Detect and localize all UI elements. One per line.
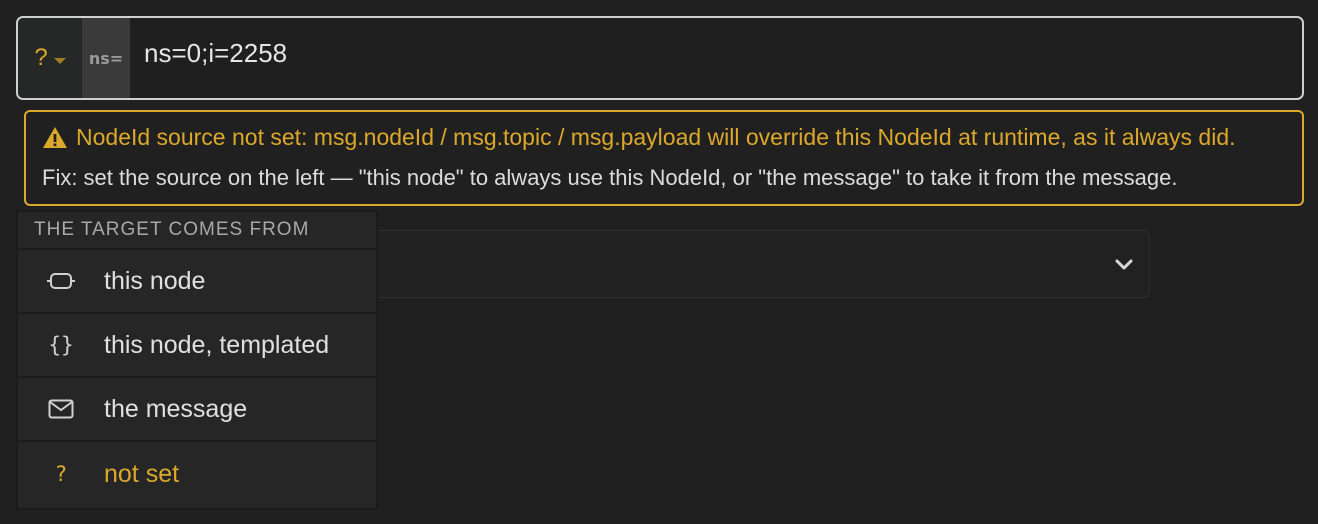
warning-fix-message: Fix: set the source on the left — "this … bbox=[42, 165, 1178, 190]
menu-item-label: not set bbox=[104, 459, 180, 488]
menu-item-label: this node bbox=[104, 266, 206, 295]
chevron-down-icon bbox=[1115, 259, 1133, 270]
menu-item-not-set[interactable]: ? not set bbox=[18, 442, 376, 506]
envelope-icon bbox=[18, 399, 104, 419]
caret-down-icon bbox=[53, 58, 66, 64]
source-question-icon: ? bbox=[34, 44, 48, 71]
source-menu: THE TARGET COMES FROM this node {} this … bbox=[16, 210, 378, 510]
warning-icon bbox=[43, 126, 67, 148]
menu-item-label: the message bbox=[104, 394, 248, 423]
nodeid-warning: NodeId source not set: msg.nodeId / msg.… bbox=[24, 110, 1304, 206]
select-dropdown[interactable] bbox=[370, 230, 1150, 298]
question-icon: ? bbox=[54, 462, 68, 486]
node-icon bbox=[18, 272, 104, 290]
menu-header: THE TARGET COMES FROM bbox=[18, 212, 376, 250]
ns-prefix-label: ns= bbox=[82, 18, 130, 98]
nodeid-input-group: ? ns= bbox=[16, 16, 1304, 100]
source-dropdown-button[interactable]: ? bbox=[18, 18, 82, 98]
nodeid-input[interactable] bbox=[130, 18, 1302, 88]
braces-icon: {} bbox=[48, 333, 74, 357]
menu-item-the-message[interactable]: the message bbox=[18, 378, 376, 442]
warning-message: NodeId source not set: msg.nodeId / msg.… bbox=[76, 124, 1236, 150]
menu-item-label: this node, templated bbox=[104, 330, 330, 359]
menu-item-this-node[interactable]: this node bbox=[18, 250, 376, 314]
menu-item-this-node-templated[interactable]: {} this node, templated bbox=[18, 314, 376, 378]
